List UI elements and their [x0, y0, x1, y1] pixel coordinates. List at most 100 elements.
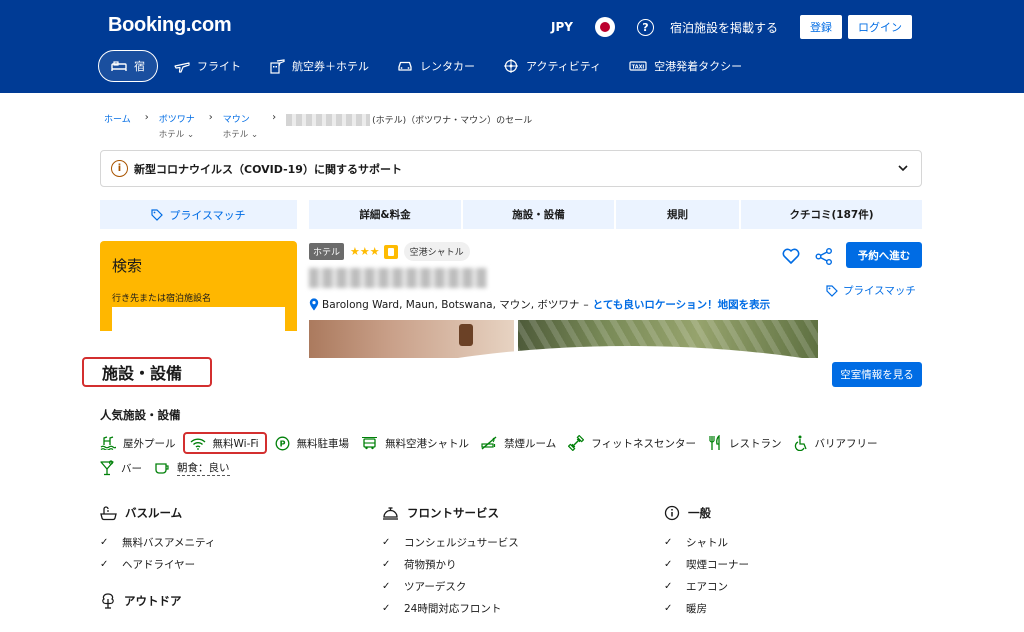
popular-facilities-title: 人気施設・設備: [100, 408, 181, 422]
check-icon: ✓: [100, 536, 109, 548]
search-title: 検索: [112, 257, 143, 275]
facility-item: ✓ ツアーデスク: [382, 580, 467, 593]
info-icon: [664, 505, 680, 521]
check-icon: ✓: [664, 580, 673, 592]
tab-house-rules[interactable]: 規則: [616, 200, 741, 229]
breadcrumb-country-sub[interactable]: ホテル ⌄: [159, 128, 195, 140]
destination-label: 行き先または宿泊施設名: [112, 294, 212, 304]
japan-flag-icon[interactable]: [594, 17, 615, 37]
covid-banner[interactable]: i 新型コロナウイルス（COVID-19）に関するサポート: [100, 150, 922, 187]
breadcrumb-home: ホーム: [104, 112, 131, 125]
price-match-tab[interactable]: プライスマッチ: [100, 200, 297, 229]
chevron-right-icon: ›: [208, 112, 213, 123]
amenity-label[interactable]: 朝食：良い: [177, 460, 230, 476]
price-match-link[interactable]: プライスマッチ: [826, 283, 916, 298]
main-nav: 宿 フライト 航空券＋ホテル レンタカー アクティビティ TAXI 空港発着タク…: [98, 50, 758, 82]
tab-info-prices[interactable]: 詳細&料金: [309, 200, 463, 229]
property-badges: ホテル ★★★ 空港シャトル: [309, 242, 470, 261]
currency-selector[interactable]: JPY: [551, 20, 573, 34]
share-icon[interactable]: [815, 248, 833, 265]
cocktail-icon: [100, 460, 114, 476]
svg-text:P: P: [279, 439, 285, 448]
amenity-accessible: バリアフリー: [794, 432, 878, 454]
pool-icon: [100, 436, 116, 450]
facility-item: ✓ 喫煙コーナー: [664, 558, 749, 571]
destination-input[interactable]: [112, 307, 285, 331]
reserve-button[interactable]: 予約へ進む: [846, 242, 922, 268]
amenity-label: 無料駐車場: [296, 437, 350, 450]
tag-icon: [826, 284, 838, 297]
price-match-link-label: プライスマッチ: [843, 285, 916, 297]
accessible-icon: [794, 435, 807, 451]
facility-item: ✓ 荷物預かり: [382, 558, 457, 571]
show-map-link[interactable]: とても良いロケーション！地図を表示: [593, 297, 770, 312]
facility-column-general: 一般 ✓ シャトル ✓ 喫煙コーナー ✓ エアコン ✓ 暖房: [664, 503, 749, 619]
nav-flight-hotel[interactable]: 航空券＋ホテル: [257, 50, 381, 82]
chevron-right-icon: ›: [272, 112, 277, 123]
site-header: Booking.com JPY ? 宿泊施設を掲載する 登録 ログイン 宿 フラ…: [0, 0, 1024, 93]
address-separator: –: [583, 298, 589, 311]
coffee-cup-icon: [155, 463, 169, 474]
breadcrumb-home-link[interactable]: ホーム: [104, 112, 131, 125]
nav-label: 宿: [134, 60, 145, 73]
property-tabs: 詳細&料金 施設・設備 規則 クチコミ(187件): [309, 200, 922, 229]
facility-item: ✓ ヘアドライヤー: [100, 558, 196, 571]
booking-logo[interactable]: Booking.com: [108, 14, 232, 37]
no-smoking-icon: [481, 436, 497, 450]
amenity-free-airport-shuttle: 無料空港シャトル: [361, 432, 469, 454]
property-photo-interior[interactable]: [309, 320, 514, 358]
plane-hotel-icon: [270, 59, 285, 74]
tab-facilities[interactable]: 施設・設備: [463, 200, 616, 229]
check-icon: ✓: [100, 558, 109, 570]
amenity-free-wifi: 無料Wi-Fi: [182, 432, 267, 454]
parking-icon: P: [275, 436, 290, 450]
map-pin-icon: [309, 298, 319, 311]
breadcrumb-city-sub[interactable]: ホテル ⌄: [223, 128, 258, 140]
breadcrumb-country-link[interactable]: ボツワナ: [159, 112, 195, 125]
taxi-icon: TAXI: [629, 61, 647, 71]
check-icon: ✓: [382, 580, 391, 592]
facility-item: ✓ エアコン: [664, 580, 728, 593]
amenity-label: 屋外プール: [123, 437, 176, 450]
attractions-icon: [504, 59, 518, 73]
nav-car-rental[interactable]: レンタカー: [385, 50, 487, 82]
help-icon[interactable]: ?: [636, 18, 654, 36]
price-match-tab-label: プライスマッチ: [169, 208, 246, 222]
see-availability-button[interactable]: 空室情報を見る: [832, 362, 922, 387]
heart-icon[interactable]: [782, 248, 800, 264]
amenity-label: バリアフリー: [814, 437, 878, 450]
check-icon: ✓: [382, 558, 391, 570]
check-icon: ✓: [664, 602, 673, 614]
amenity-label: 無料空港シャトル: [385, 437, 470, 450]
svg-text:TAXI: TAXI: [632, 65, 645, 71]
nav-airport-taxi[interactable]: TAXI 空港発着タクシー: [617, 50, 754, 82]
check-icon: ✓: [664, 536, 673, 548]
nav-label: アクティビティ: [526, 60, 602, 73]
fitness-icon: [568, 435, 585, 451]
shuttle-icon: [362, 437, 378, 450]
register-button[interactable]: 登録: [800, 15, 842, 39]
car-icon: [398, 61, 412, 71]
facility-column-front-desk: フロントサービス ✓ コンシェルジュサービス ✓ 荷物預かり ✓ ツアーデスク ✓ 24…: [382, 503, 519, 619]
restaurant-icon: [709, 435, 720, 450]
chevron-down-icon[interactable]: [897, 162, 909, 174]
amenity-non-smoking-rooms: 禁煙ルーム: [481, 432, 556, 454]
tab-reviews[interactable]: クチコミ(187件): [741, 200, 922, 229]
nav-stays[interactable]: 宿: [98, 50, 158, 82]
star-rating: ★★★: [350, 245, 380, 258]
property-type-badge: ホテル: [309, 243, 345, 260]
breadcrumb-city-link[interactable]: マウン: [223, 112, 258, 125]
nav-attractions[interactable]: アクティビティ: [491, 50, 613, 82]
facility-item: ✓ 24時間対応フロント: [382, 602, 502, 615]
list-property-link[interactable]: 宿泊施設を掲載する: [670, 19, 778, 36]
check-icon: ✓: [382, 602, 391, 614]
facility-item: ✓ 暖房: [664, 602, 707, 615]
facility-item: ✓ シャトル: [664, 536, 728, 549]
popular-facilities-row-2: バー 朝食：良い: [100, 457, 242, 479]
breadcrumb-city: マウン ホテル ⌄: [223, 112, 258, 140]
nav-label: フライト: [197, 60, 241, 73]
amenity-breakfast: 朝食：良い: [154, 457, 230, 479]
search-box: 検索 行き先または宿泊施設名: [100, 241, 297, 331]
nav-flights[interactable]: フライト: [162, 50, 253, 82]
login-button[interactable]: ログイン: [848, 15, 912, 39]
